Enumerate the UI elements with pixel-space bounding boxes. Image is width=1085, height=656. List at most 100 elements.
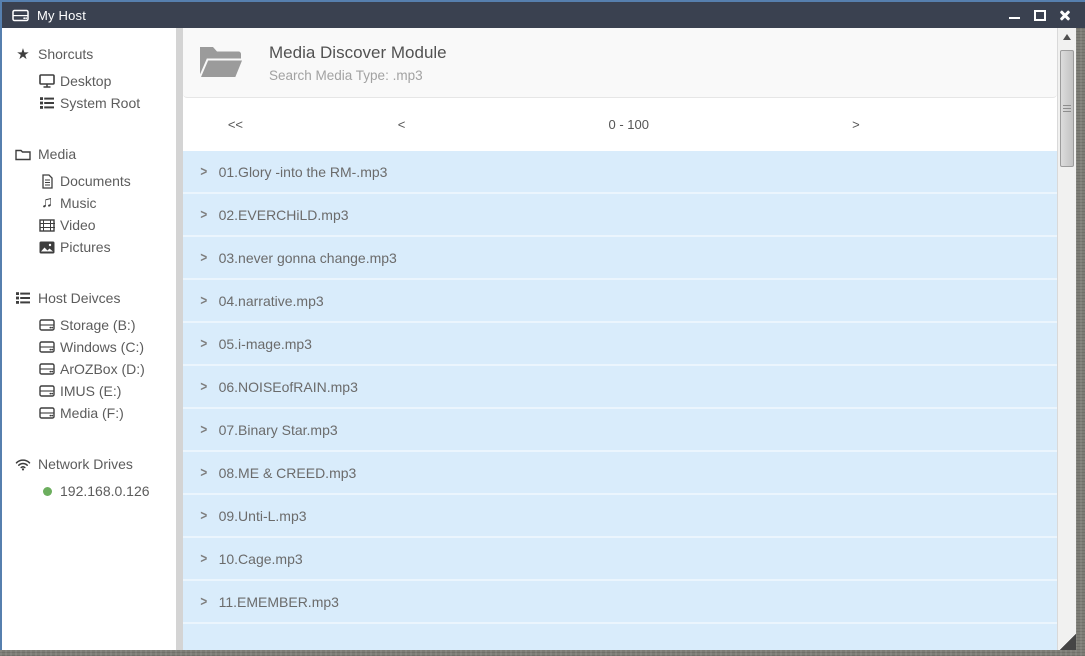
- stacked-list-icon: [39, 96, 55, 110]
- sidebar-section-label: Media: [38, 146, 76, 162]
- pagination-first-button[interactable]: <<: [183, 117, 288, 132]
- sidebar-divider: [176, 28, 183, 650]
- file-name: 09.Unti-L.mp3: [219, 508, 307, 524]
- maximize-button[interactable]: [1033, 9, 1046, 22]
- drive-icon: [39, 385, 55, 397]
- sidebar-item-arozbox-d[interactable]: ArOZBox (D:): [2, 358, 176, 380]
- sidebar-item-music[interactable]: ♫ Music: [2, 192, 176, 214]
- status-dot-icon: [39, 487, 55, 496]
- sidebar-item-label: Music: [60, 195, 97, 211]
- file-name: 08.ME & CREED.mp3: [219, 465, 357, 481]
- file-name: 06.NOISEofRAIN.mp3: [219, 379, 358, 395]
- maximize-icon: [1034, 10, 1046, 21]
- file-row[interactable]: >02.EVERCHiLD.mp3: [183, 194, 1057, 237]
- file-list: >01.Glory -into the RM-.mp3>02.EVERCHiLD…: [183, 151, 1057, 650]
- sidebar-item-label: Storage (B:): [60, 317, 135, 333]
- close-button[interactable]: [1058, 9, 1071, 22]
- pagination-range-label: 0 - 100: [515, 117, 742, 132]
- chevron-right-icon: >: [200, 293, 207, 309]
- sidebar-item-documents[interactable]: Documents: [2, 170, 176, 192]
- sidebar-item-system-root[interactable]: System Root: [2, 92, 176, 114]
- sidebar: ★Shorcuts Desktop System Root Media Document…: [2, 28, 176, 650]
- file-name: 04.narrative.mp3: [219, 293, 324, 309]
- file-name: 03.never gonna change.mp3: [219, 250, 397, 266]
- film-icon: [39, 219, 55, 232]
- folder-icon: [15, 148, 31, 161]
- file-name: 07.Binary Star.mp3: [219, 422, 338, 438]
- main-content: Media Discover Module Search Media Type:…: [183, 28, 1057, 650]
- module-subtitle: Search Media Type: .mp3: [269, 68, 447, 83]
- pagination-next-button[interactable]: >: [742, 117, 969, 132]
- desktop-background: My Host ★Shorcuts Desktop System Root Media…: [0, 0, 1085, 656]
- sidebar-item-desktop[interactable]: Desktop: [2, 70, 176, 92]
- chevron-right-icon: >: [200, 465, 207, 481]
- sidebar-section-host-deivces: Host Deivces Storage (B:) Windows (C:) ArOZ…: [2, 288, 176, 424]
- file-row[interactable]: >11.EMEMBER.mp3: [183, 581, 1057, 624]
- drive-icon: [39, 407, 55, 419]
- module-header: Media Discover Module Search Media Type:…: [183, 28, 1057, 98]
- file-name: 02.EVERCHiLD.mp3: [219, 207, 349, 223]
- sidebar-item-pictures[interactable]: Pictures: [2, 236, 176, 258]
- file-row[interactable]: >04.narrative.mp3: [183, 280, 1057, 323]
- sidebar-item-label: Windows (C:): [60, 339, 144, 355]
- sidebar-item-media-f[interactable]: Media (F:): [2, 402, 176, 424]
- file-row[interactable]: >07.Binary Star.mp3: [183, 409, 1057, 452]
- sidebar-section-label: Host Deivces: [38, 290, 120, 306]
- star-icon: ★: [15, 47, 31, 62]
- document-icon: [39, 174, 55, 189]
- sidebar-section-network-drives: Network Drives 192.168.0.126: [2, 454, 176, 502]
- sidebar-item-label: System Root: [60, 95, 140, 111]
- pagination-prev-button[interactable]: <: [288, 117, 515, 132]
- file-row[interactable]: >09.Unti-L.mp3: [183, 495, 1057, 538]
- open-folder-icon: [197, 44, 245, 82]
- minimize-button[interactable]: [1008, 9, 1021, 22]
- minimize-icon: [1009, 17, 1020, 19]
- file-row[interactable]: >08.ME & CREED.mp3: [183, 452, 1057, 495]
- sidebar-item-label: IMUS (E:): [60, 383, 121, 399]
- file-name: 05.i-mage.mp3: [219, 336, 312, 352]
- file-row[interactable]: >01.Glory -into the RM-.mp3: [183, 151, 1057, 194]
- sidebar-item-label: Media (F:): [60, 405, 124, 421]
- scrollbar[interactable]: [1057, 28, 1076, 650]
- host-drive-icon: [12, 9, 29, 22]
- sidebar-section-media: Media Documents ♫ Music Video Pictures: [2, 144, 176, 258]
- sidebar-item-windows-c[interactable]: Windows (C:): [2, 336, 176, 358]
- sidebar-section-header-shorcuts: ★Shorcuts: [2, 44, 176, 64]
- file-name: 11.EMEMBER.mp3: [219, 594, 339, 610]
- sidebar-section-label: Network Drives: [38, 456, 133, 472]
- scroll-up-button[interactable]: [1058, 28, 1076, 46]
- window-controls: [1008, 2, 1071, 28]
- music-note-icon: ♫: [39, 195, 55, 211]
- sidebar-item-imus-e[interactable]: IMUS (E:): [2, 380, 176, 402]
- file-row[interactable]: >03.never gonna change.mp3: [183, 237, 1057, 280]
- file-row[interactable]: >05.i-mage.mp3: [183, 323, 1057, 366]
- sidebar-item-label: Video: [60, 217, 96, 233]
- sidebar-item-video[interactable]: Video: [2, 214, 176, 236]
- module-title: Media Discover Module: [269, 43, 447, 63]
- chevron-right-icon: >: [200, 508, 207, 524]
- file-row[interactable]: >06.NOISEofRAIN.mp3: [183, 366, 1057, 409]
- file-name: 01.Glory -into the RM-.mp3: [219, 164, 388, 180]
- sidebar-item-label: Pictures: [60, 239, 111, 255]
- file-row[interactable]: >10.Cage.mp3: [183, 538, 1057, 581]
- wifi-icon: [15, 458, 31, 471]
- chevron-right-icon: >: [200, 594, 207, 610]
- chevron-right-icon: >: [200, 379, 207, 395]
- sidebar-section-shorcuts: ★Shorcuts Desktop System Root: [2, 44, 176, 114]
- window-body: ★Shorcuts Desktop System Root Media Document…: [0, 28, 1076, 650]
- chevron-right-icon: >: [200, 250, 207, 266]
- chevron-right-icon: >: [200, 164, 207, 180]
- sidebar-item-label: Desktop: [60, 73, 111, 89]
- scrollbar-thumb[interactable]: [1060, 50, 1074, 167]
- sidebar-item-storage-b[interactable]: Storage (B:): [2, 314, 176, 336]
- module-header-text: Media Discover Module Search Media Type:…: [269, 43, 447, 83]
- sidebar-item-192-168-0-126[interactable]: 192.168.0.126: [2, 480, 176, 502]
- sidebar-section-header-media: Media: [2, 144, 176, 164]
- resize-grip-icon[interactable]: [1058, 634, 1076, 650]
- window-titlebar[interactable]: My Host: [0, 0, 1085, 28]
- up-arrow-icon: [1063, 34, 1071, 40]
- drive-icon: [39, 363, 55, 375]
- stacked-list-icon: [15, 291, 31, 305]
- monitor-icon: [39, 74, 55, 88]
- drive-icon: [39, 341, 55, 353]
